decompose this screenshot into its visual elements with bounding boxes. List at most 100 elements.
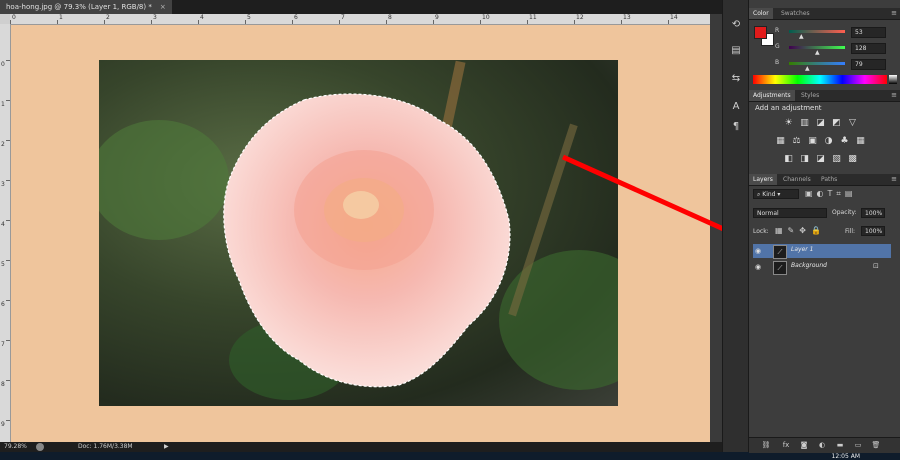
posterize-icon[interactable]: ◨ — [799, 154, 810, 165]
ruler-label: 14 — [670, 14, 678, 21]
ruler-tick — [6, 140, 10, 141]
adjustment-layer-icon[interactable]: ◐ — [817, 441, 827, 450]
selective-color-icon[interactable]: ▩ — [847, 154, 858, 165]
panel-menu-icon[interactable]: ≡ — [891, 175, 897, 183]
layers-panel-tabs: Layers Channels Paths ≡ — [749, 174, 900, 186]
color-lookup-icon[interactable]: ▦ — [855, 136, 866, 147]
layer-name[interactable]: Layer 1 — [791, 246, 813, 253]
vertical-scrollbar[interactable] — [710, 14, 722, 442]
fx-icon[interactable]: fx — [781, 441, 791, 450]
photo-layer[interactable] — [99, 60, 618, 406]
adjustments-panel-tabs: Adjustments Styles ≡ — [749, 90, 900, 102]
invert-icon[interactable]: ◧ — [783, 154, 794, 165]
tab-paths[interactable]: Paths — [817, 174, 841, 185]
character-icon[interactable]: A — [729, 100, 743, 114]
foreground-color-swatch[interactable] — [754, 26, 767, 39]
visibility-eye-icon[interactable]: ◉ — [755, 247, 761, 255]
tab-channels[interactable]: Channels — [779, 174, 815, 185]
close-tab-icon[interactable]: × — [160, 3, 166, 11]
kind-label: Kind — [762, 191, 776, 198]
ruler-label: 8 — [388, 14, 392, 21]
value-field[interactable]: 128 — [851, 43, 886, 54]
document-tab[interactable]: hoa-hong.jpg @ 79.3% (Layer 1, RGB/8) * × — [0, 0, 172, 14]
tab-swatches[interactable]: Swatches — [777, 8, 814, 19]
status-arrow-icon[interactable]: ▶ — [164, 442, 169, 452]
add-mask-icon[interactable]: ◙ — [799, 441, 809, 450]
ruler-tick — [6, 260, 10, 261]
layer-filter-icons[interactable]: ▣◐T⌗▤ — [805, 189, 857, 199]
zoom-level[interactable]: 79.28% — [4, 442, 27, 452]
ruler-tick — [527, 20, 528, 24]
brush-presets-icon[interactable]: ▤ — [729, 44, 743, 58]
panel-menu-icon[interactable]: ≡ — [891, 9, 897, 17]
link-layers-icon[interactable]: ⛓ — [761, 441, 771, 450]
levels-icon[interactable]: ▥ — [799, 118, 810, 129]
new-layer-icon[interactable]: ▭ — [853, 441, 863, 450]
layer-row-background[interactable]: ◉ ⟋ Background ⊡ — [753, 260, 891, 275]
photo-filter-icon[interactable]: ◑ — [823, 136, 834, 147]
clone-source-icon[interactable]: ⇆ — [729, 72, 743, 86]
status-bar: 79.28% Doc: 1.76M/3.38M ▶ — [0, 442, 722, 452]
layer-row-layer1[interactable]: ◉ ⟋ Layer 1 — [753, 244, 891, 259]
tab-adjustments[interactable]: Adjustments — [749, 90, 795, 101]
value-field[interactable]: 79 — [851, 59, 886, 70]
opacity-field[interactable]: 100% — [861, 208, 885, 218]
hue-saturation-icon[interactable]: ▦ — [775, 136, 786, 147]
tab-layers[interactable]: Layers — [749, 174, 777, 185]
layer-name[interactable]: Background — [791, 262, 827, 269]
new-group-icon[interactable]: ▬ — [835, 441, 845, 450]
color-spectrum-bar[interactable] — [753, 75, 887, 84]
paragraph-icon[interactable]: ¶ — [729, 120, 743, 134]
lock-icons[interactable]: ▦✎✥🔒 — [775, 226, 826, 235]
opacity-label: Opacity: — [832, 209, 857, 216]
value-field[interactable]: 53 — [851, 27, 886, 38]
slider-knob-icon[interactable]: ▲ — [815, 49, 820, 56]
ruler-tick — [198, 20, 199, 24]
ruler-label: 2 — [106, 14, 110, 21]
delete-layer-icon[interactable]: 🗑 — [871, 441, 881, 450]
vibrance-icon[interactable]: ▽ — [847, 118, 858, 129]
panel-menu-icon[interactable]: ≡ — [891, 91, 897, 99]
horizontal-ruler[interactable]: 0123456789101112131415 — [10, 14, 710, 25]
channel-mixer-icon[interactable]: ♣ — [839, 136, 850, 147]
ruler-label: 7 — [341, 14, 345, 21]
brightness-contrast-icon[interactable]: ☀ — [783, 118, 794, 129]
color-slider-r[interactable]: R ▲ 53 — [775, 27, 897, 40]
ruler-label: 2 — [1, 141, 5, 148]
zoom-icon — [36, 443, 44, 451]
curves-icon[interactable]: ◪ — [815, 118, 826, 129]
color-slider-b[interactable]: B ▲ 79 — [775, 59, 897, 72]
layer-kind-filter[interactable]: ⌕ Kind ▾ — [753, 189, 799, 199]
tab-color[interactable]: Color — [749, 8, 773, 19]
ruler-label: 0 — [12, 14, 16, 21]
tab-styles[interactable]: Styles — [797, 90, 823, 101]
right-panels: Color Swatches ≡ R ▲ 53 G ▲ 128 B ▲ 79 A… — [748, 0, 900, 453]
adjustments-heading: Add an adjustment — [755, 104, 822, 112]
lock-label: Lock: — [753, 228, 769, 235]
slider-track[interactable] — [789, 62, 845, 65]
slider-track[interactable] — [789, 30, 845, 33]
ruler-tick — [668, 20, 669, 24]
blend-mode-select[interactable]: Normal — [753, 208, 827, 218]
black-white-ramp[interactable] — [889, 75, 897, 84]
ruler-label: 11 — [529, 14, 537, 21]
slider-knob-icon[interactable]: ▲ — [805, 65, 810, 72]
gradient-map-icon[interactable]: ▧ — [831, 154, 842, 165]
layer-thumbnail: ⟋ — [773, 261, 787, 275]
ruler-tick — [339, 20, 340, 24]
slider-knob-icon[interactable]: ▲ — [799, 33, 804, 40]
ruler-tick — [574, 20, 575, 24]
ruler-label: 8 — [1, 381, 5, 388]
history-icon[interactable]: ⟲ — [729, 18, 743, 32]
ruler-origin[interactable] — [0, 14, 10, 24]
ruler-label: 4 — [200, 14, 204, 21]
visibility-eye-icon[interactable]: ◉ — [755, 263, 761, 271]
vertical-ruler[interactable]: 0 1 2 3 4 5 6 7 8 9 — [0, 24, 11, 442]
chevron-down-icon: ▾ — [775, 191, 781, 198]
fill-field[interactable]: 100% — [861, 226, 885, 236]
exposure-icon[interactable]: ◩ — [831, 118, 842, 129]
color-slider-g[interactable]: G ▲ 128 — [775, 43, 897, 56]
threshold-icon[interactable]: ◪ — [815, 154, 826, 165]
black-white-icon[interactable]: ▣ — [807, 136, 818, 147]
color-balance-icon[interactable]: ⚖ — [791, 136, 802, 147]
